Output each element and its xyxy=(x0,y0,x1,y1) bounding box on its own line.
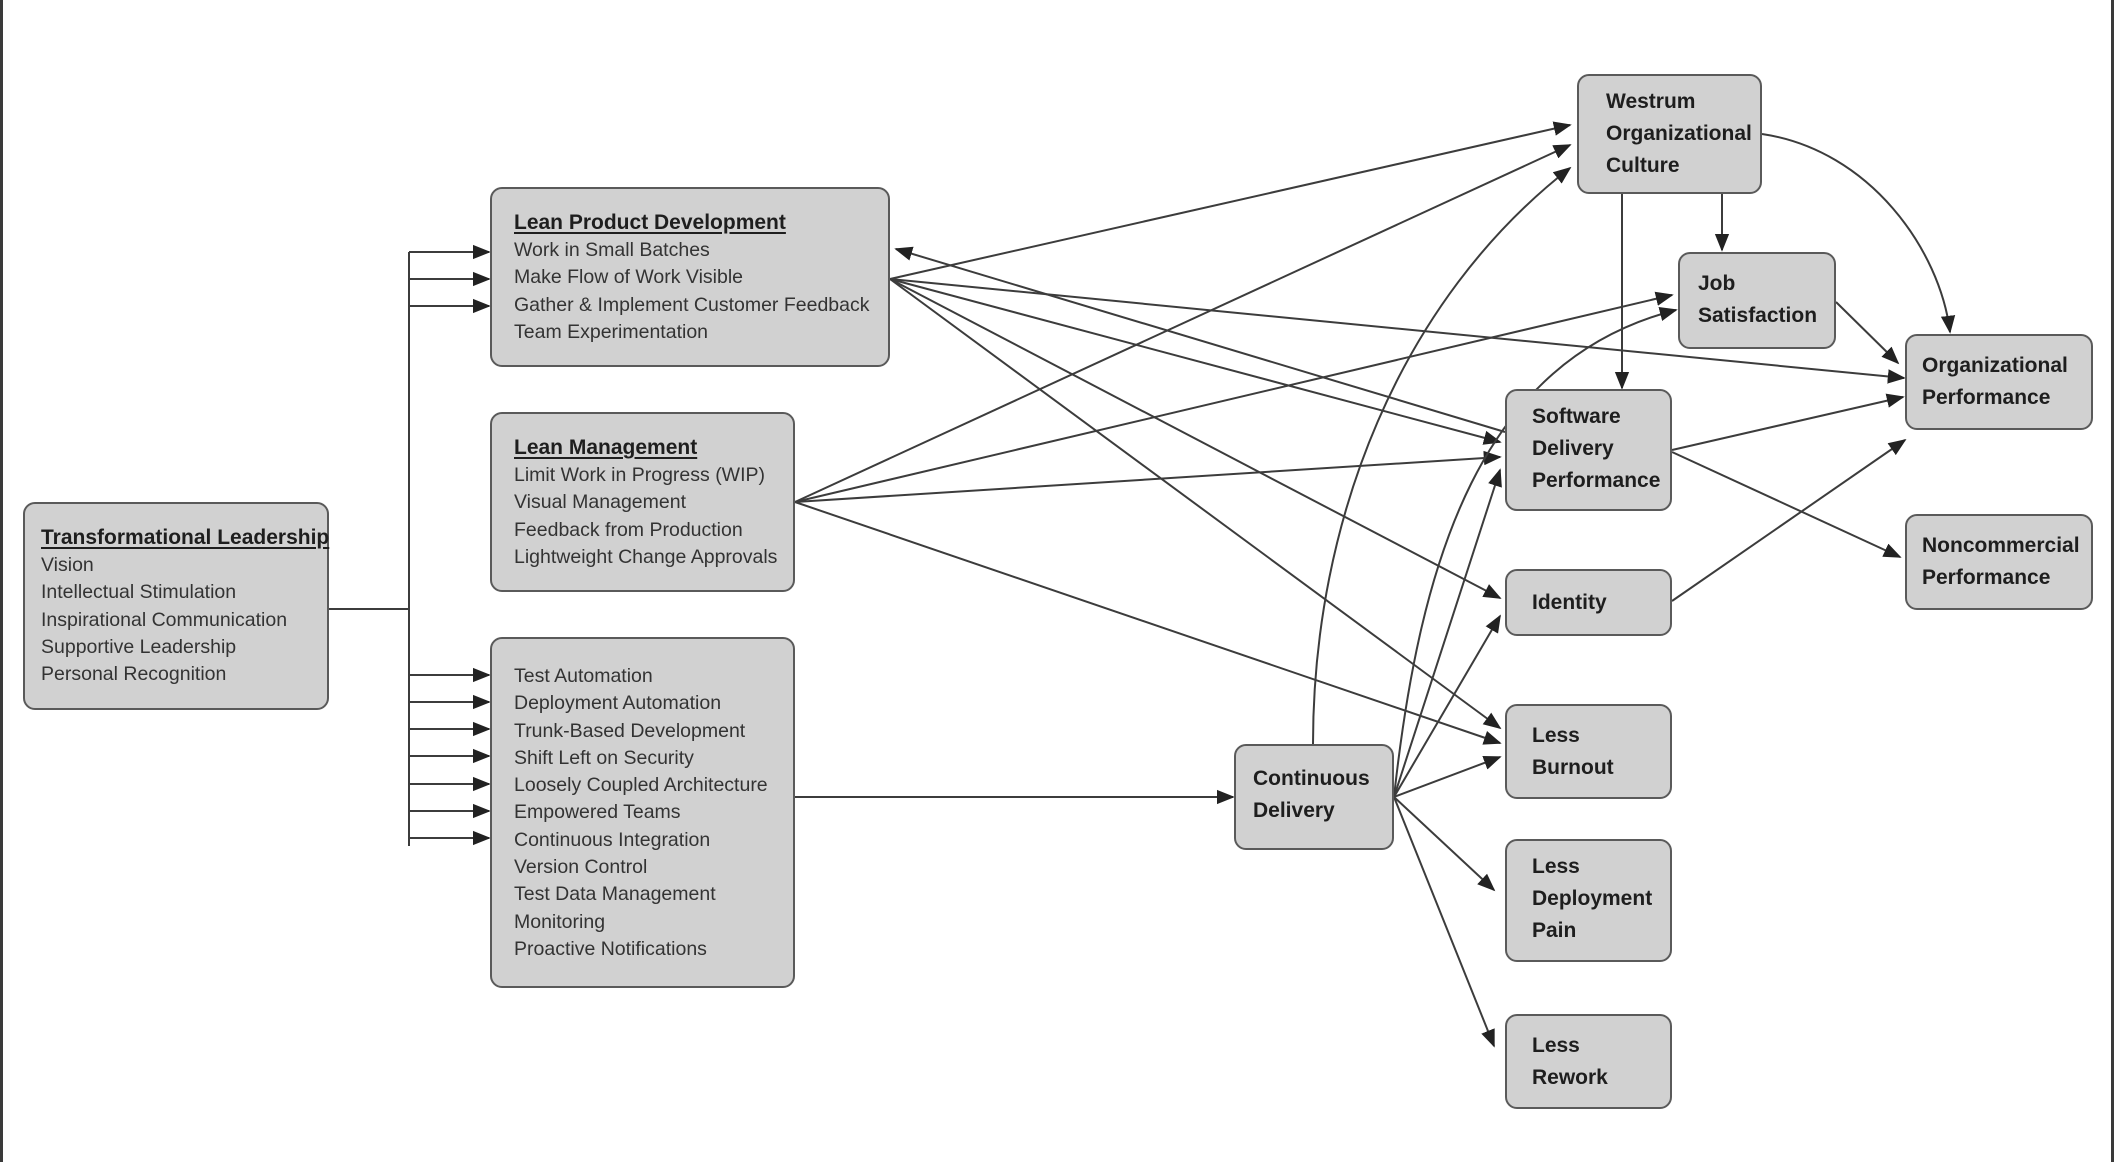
node-identity[interactable]: Identity xyxy=(1505,569,1672,636)
node-label: Less Deployment Pain xyxy=(1532,851,1670,947)
node-label-line: Rework xyxy=(1532,1066,1608,1089)
node-label: Westrum Organizational Culture xyxy=(1606,86,1760,182)
edge-lean-management-to-westrum xyxy=(794,144,1572,503)
edge-cd-to-software-delivery xyxy=(1393,468,1502,798)
node-item-list: Test Automation Deployment Automation Tr… xyxy=(514,663,793,963)
node-less-deployment-pain[interactable]: Less Deployment Pain xyxy=(1505,839,1672,962)
node-label: Noncommercial Performance xyxy=(1922,530,2091,594)
node-item: Work in Small Batches xyxy=(514,239,710,261)
node-label-line: Noncommercial xyxy=(1922,534,2080,557)
node-title: Transformational Leadership xyxy=(41,526,330,549)
node-technical-practices[interactable]: Test Automation Deployment Automation Tr… xyxy=(490,637,795,988)
edge-lean-product-to-westrum xyxy=(889,121,1572,280)
node-label: Software Delivery Performance xyxy=(1532,401,1670,497)
edge-cd-to-less-burnout xyxy=(1393,755,1502,798)
node-continuous-delivery[interactable]: Continuous Delivery xyxy=(1234,744,1394,850)
node-label-line: Software xyxy=(1532,405,1621,428)
node-label-line: Organizational xyxy=(1606,122,1752,145)
node-label: Continuous Delivery xyxy=(1253,763,1392,827)
node-label: Less Rework xyxy=(1532,1030,1670,1094)
edge-lean-product-to-identity xyxy=(889,278,1502,599)
node-less-rework[interactable]: Less Rework xyxy=(1505,1014,1672,1109)
node-label-line: Identity xyxy=(1532,591,1607,614)
node-label-line: Delivery xyxy=(1532,437,1614,460)
node-item: Inspirational Communication xyxy=(41,608,288,631)
node-label-line: Continuous xyxy=(1253,767,1370,790)
node-item: Intellectual Stimulation xyxy=(41,581,237,604)
node-lean-management[interactable]: Lean Management Limit Work in Progress (… xyxy=(490,412,795,592)
node-item: Feedback from Production xyxy=(514,518,743,541)
node-label-line: Job xyxy=(1698,272,1736,295)
node-item: Test Automation xyxy=(514,665,653,687)
node-item: Empowered Teams xyxy=(514,801,681,824)
node-label-line: Delivery xyxy=(1253,799,1335,822)
node-item: Monitoring xyxy=(514,910,606,933)
node-transformational-leadership[interactable]: Transformational Leadership Vision Intel… xyxy=(23,502,329,710)
node-item-list: Limit Work in Progress (WIP) Visual Mana… xyxy=(514,462,793,571)
node-lean-product-development[interactable]: Lean Product Development Work in Small B… xyxy=(490,187,890,367)
node-label: Job Satisfaction xyxy=(1698,268,1834,332)
edge-software-delivery-to-lean-product xyxy=(894,246,1506,433)
node-label-line: Less xyxy=(1532,855,1580,878)
node-item: Supportive Leadership xyxy=(41,635,237,658)
node-software-delivery-performance[interactable]: Software Delivery Performance xyxy=(1505,389,1672,511)
node-label-line: Performance xyxy=(1532,469,1661,492)
edge-cd-to-less-deployment-pain xyxy=(1393,796,1496,892)
node-label-line: Pain xyxy=(1532,919,1577,942)
node-item: Continuous Integration xyxy=(514,828,711,851)
node-item: Gather & Implement Customer Feedback xyxy=(514,293,870,316)
node-label-line: Westrum xyxy=(1606,90,1696,113)
node-item: Proactive Notifications xyxy=(514,937,707,960)
node-label-line: Less xyxy=(1532,1034,1580,1057)
node-item: Personal Recognition xyxy=(41,663,227,686)
node-item: Version Control xyxy=(514,856,648,879)
node-item: Make Flow of Work Visible xyxy=(514,266,744,289)
edge-lean-management-to-less-burnout xyxy=(794,501,1502,745)
node-noncommercial-performance[interactable]: Noncommercial Performance xyxy=(1905,514,2093,610)
edge-job-satisfaction-to-org-performance xyxy=(1835,301,1900,365)
edge-software-delivery-to-org-performance xyxy=(1671,393,1905,451)
node-item: Trunk-Based Development xyxy=(514,719,746,742)
node-item: Shift Left on Security xyxy=(514,746,694,769)
node-organizational-performance[interactable]: Organizational Performance xyxy=(1905,334,2093,430)
node-item: Limit Work in Progress (WIP) xyxy=(514,464,766,486)
node-label-line: Burnout xyxy=(1532,756,1614,779)
edge-lean-management-to-software-delivery xyxy=(794,450,1502,503)
node-item: Vision xyxy=(41,554,94,576)
edge-lean-product-to-less-burnout xyxy=(889,278,1502,730)
node-item: Test Data Management xyxy=(514,883,716,906)
node-item: Visual Management xyxy=(514,491,686,514)
node-label-line: Satisfaction xyxy=(1698,304,1818,327)
node-label: Organizational Performance xyxy=(1922,350,2091,414)
node-item-list: Vision Intellectual Stimulation Inspirat… xyxy=(41,552,327,688)
node-less-burnout[interactable]: Less Burnout xyxy=(1505,704,1672,799)
edge-cd-to-identity xyxy=(1393,614,1501,798)
node-label-line: Organizational xyxy=(1922,354,2068,377)
node-label: Identity xyxy=(1532,587,1670,619)
node-title: Lean Management xyxy=(514,436,698,459)
node-label-line: Performance xyxy=(1922,566,2051,589)
edge-cd-to-less-rework xyxy=(1393,796,1495,1048)
node-item: Team Experimentation xyxy=(514,320,709,343)
node-job-satisfaction[interactable]: Job Satisfaction xyxy=(1678,252,1836,349)
node-title: Lean Product Development xyxy=(514,211,786,234)
node-item: Deployment Automation xyxy=(514,692,722,715)
node-westrum-organizational-culture[interactable]: Westrum Organizational Culture xyxy=(1577,74,1762,194)
node-label-line: Less xyxy=(1532,724,1580,747)
node-label-line: Deployment xyxy=(1532,887,1653,910)
node-label-line: Culture xyxy=(1606,154,1680,177)
node-item: Lightweight Change Approvals xyxy=(514,545,778,568)
node-label-line: Performance xyxy=(1922,386,2051,409)
node-item: Loosely Coupled Architecture xyxy=(514,774,768,797)
edge-identity-to-org-performance xyxy=(1671,438,1907,602)
node-item-list: Work in Small Batches Make Flow of Work … xyxy=(514,237,888,346)
node-label: Less Burnout xyxy=(1532,720,1670,784)
